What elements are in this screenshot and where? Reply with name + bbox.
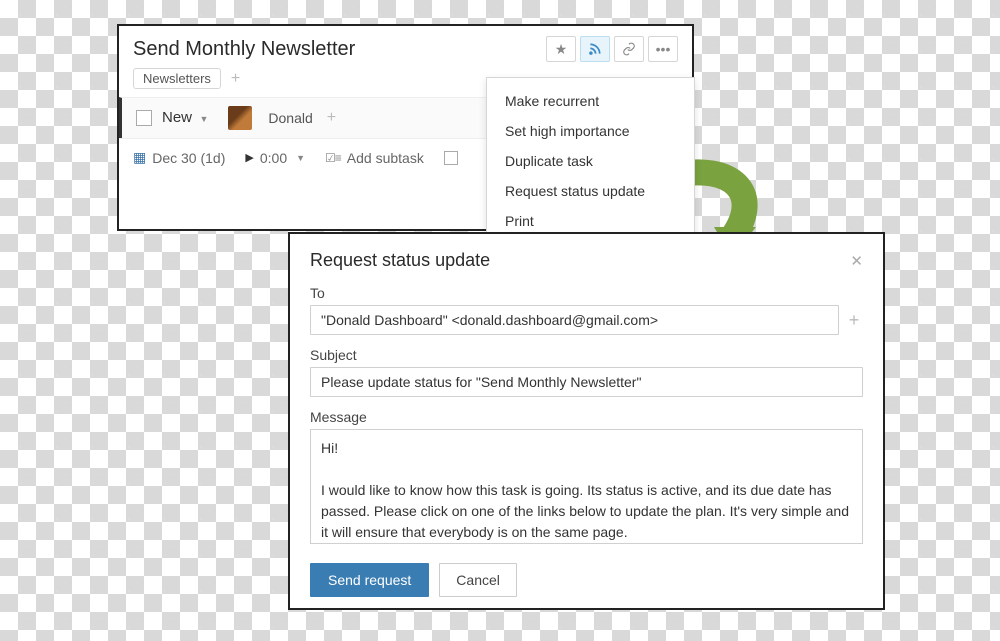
task-toolbar: ★ ••• bbox=[546, 36, 678, 62]
task-context-menu: Make recurrent Set high importance Dupli… bbox=[486, 77, 695, 254]
task-header: Send Monthly Newsletter ★ ••• bbox=[119, 26, 692, 62]
add-recipient-icon[interactable]: + bbox=[845, 310, 863, 331]
menu-set-high-importance[interactable]: Set high importance bbox=[487, 116, 694, 146]
menu-duplicate-task[interactable]: Duplicate task bbox=[487, 146, 694, 176]
add-tag-icon[interactable]: + bbox=[227, 70, 244, 88]
due-date-text: Dec 30 (1d) bbox=[152, 150, 225, 166]
timer-value: 0:00 bbox=[260, 150, 287, 166]
complete-checkbox[interactable] bbox=[136, 110, 152, 126]
to-field[interactable] bbox=[310, 305, 839, 335]
due-date[interactable]: ▦ Dec 30 (1d) bbox=[133, 149, 225, 166]
message-row: Message bbox=[310, 409, 863, 549]
message-field[interactable] bbox=[310, 429, 863, 544]
link-icon[interactable] bbox=[614, 36, 644, 62]
status-label: New bbox=[162, 109, 192, 126]
progress-field[interactable] bbox=[444, 151, 458, 165]
close-icon[interactable]: ✕ bbox=[850, 252, 863, 270]
play-icon: ▶ bbox=[245, 151, 253, 164]
menu-request-status-update[interactable]: Request status update bbox=[487, 176, 694, 206]
menu-make-recurrent[interactable]: Make recurrent bbox=[487, 86, 694, 116]
timer[interactable]: ▶ 0:00 ▼ bbox=[245, 150, 305, 166]
progress-checkbox bbox=[444, 151, 458, 165]
modal-header: Request status update ✕ bbox=[310, 250, 863, 271]
add-subtask-button[interactable]: ☑≡ Add subtask bbox=[325, 150, 424, 166]
caret-down-icon: ▼ bbox=[296, 153, 305, 163]
subject-row: Subject bbox=[310, 347, 863, 397]
send-request-button[interactable]: Send request bbox=[310, 563, 429, 597]
add-assignee-icon[interactable]: + bbox=[323, 109, 340, 127]
add-subtask-label: Add subtask bbox=[347, 150, 424, 166]
message-label: Message bbox=[310, 409, 863, 425]
more-icon[interactable]: ••• bbox=[648, 36, 678, 62]
assignee-avatar[interactable] bbox=[228, 106, 252, 130]
cancel-button[interactable]: Cancel bbox=[439, 563, 517, 597]
subject-label: Subject bbox=[310, 347, 863, 363]
modal-title: Request status update bbox=[310, 250, 490, 271]
checklist-icon: ☑≡ bbox=[325, 151, 341, 165]
subject-field[interactable] bbox=[310, 367, 863, 397]
to-row: To + bbox=[310, 285, 863, 335]
modal-footer: Send request Cancel bbox=[310, 563, 863, 597]
task-title[interactable]: Send Monthly Newsletter bbox=[133, 38, 355, 61]
assignee-name[interactable]: Donald bbox=[268, 110, 312, 126]
caret-down-icon: ▼ bbox=[199, 114, 208, 124]
star-icon[interactable]: ★ bbox=[546, 36, 576, 62]
calendar-icon: ▦ bbox=[133, 149, 146, 166]
status-dropdown[interactable]: New ▼ bbox=[162, 109, 208, 127]
rss-icon[interactable] bbox=[580, 36, 610, 62]
tag-newsletters[interactable]: Newsletters bbox=[133, 68, 221, 89]
request-status-modal: Request status update ✕ To + Subject Mes… bbox=[288, 232, 885, 610]
to-label: To bbox=[310, 285, 863, 301]
